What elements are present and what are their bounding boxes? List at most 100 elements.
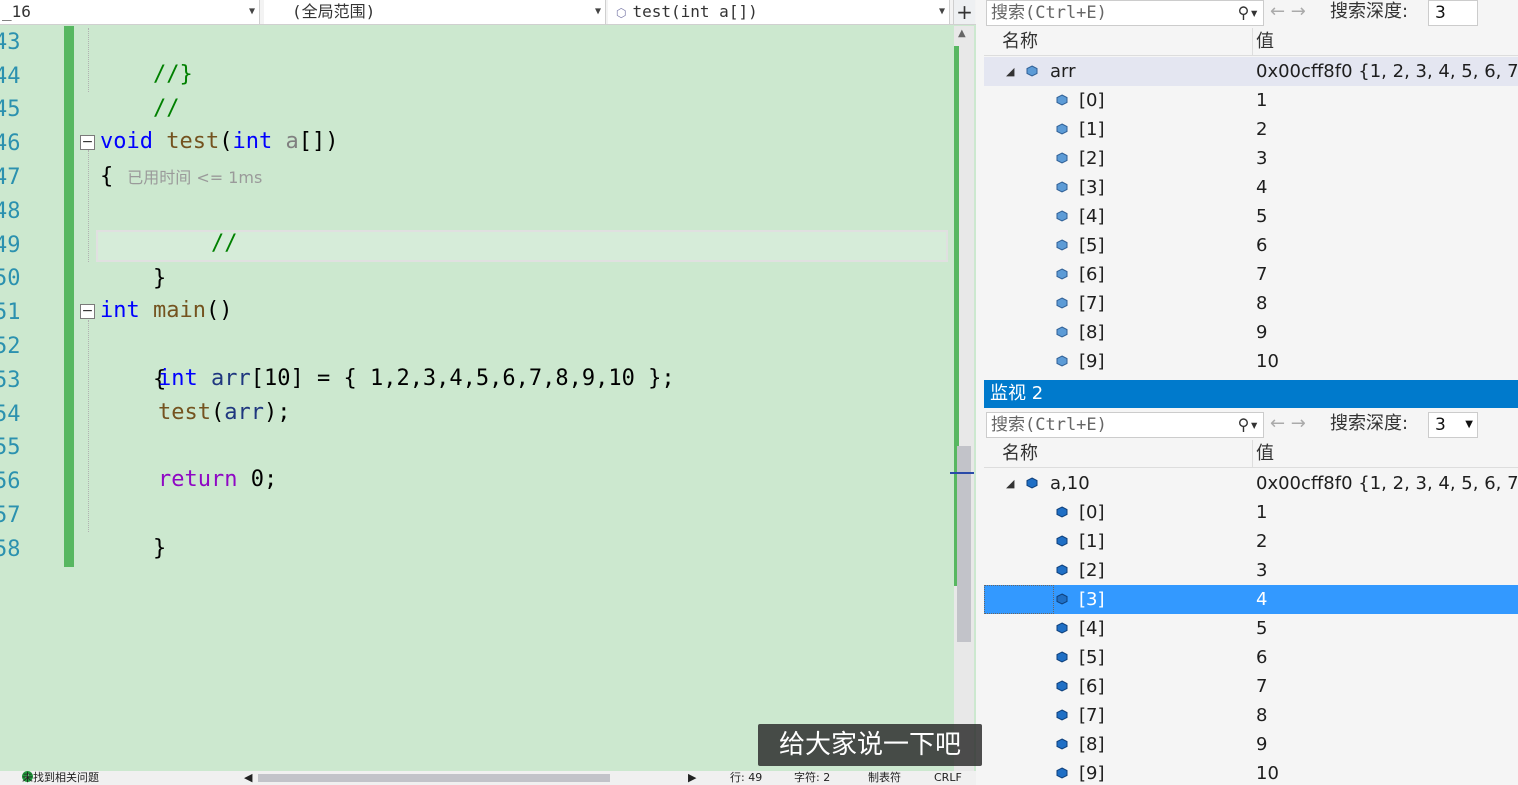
code-line-51[interactable]: int main() <box>100 294 232 328</box>
line-number: 43 <box>0 30 21 55</box>
watch-item-value: 10 <box>1256 763 1279 784</box>
code-line-53[interactable]: int arr[10] = { 1,2,3,4,5,6,7,8,9,10 }; <box>158 362 675 396</box>
watch-item-name: [5] <box>1079 235 1105 256</box>
watch-item-name: [8] <box>1079 322 1105 343</box>
split-editor-button[interactable]: + <box>953 0 975 24</box>
line-number: 46 <box>0 131 21 156</box>
member-dropdown[interactable]: ⬡ test(int a[]) ▼ <box>608 0 950 24</box>
subtitle-text: 给大家说一下吧 <box>778 730 961 760</box>
code-line-57[interactable]: } <box>100 498 166 561</box>
column-divider[interactable] <box>1252 28 1253 56</box>
column-divider[interactable] <box>1252 440 1253 468</box>
code-line-56[interactable]: return 0; <box>158 463 277 497</box>
watch-item-row[interactable]: [0] 1 <box>984 498 1518 527</box>
watch-item-row[interactable]: [5] 6 <box>984 643 1518 672</box>
project-dropdown[interactable]: _16 ▼ <box>0 0 260 24</box>
code-line-46[interactable]: void test(int a[]) <box>100 125 338 159</box>
scroll-up-icon[interactable]: ▲ <box>958 28 966 39</box>
code-line-43[interactable]: //} <box>100 24 193 87</box>
watch2-search-input[interactable]: 搜索(Ctrl+E) ⚲▾ <box>986 412 1264 438</box>
horizontal-scrollbar-thumb[interactable] <box>258 774 610 782</box>
watch-item-row[interactable]: [5] 6 <box>984 231 1518 260</box>
watch-item-row[interactable]: [1] 2 <box>984 527 1518 556</box>
member-dropdown-label: test(int a[]) <box>632 2 758 21</box>
expand-triangle-icon[interactable]: ◢ <box>1006 57 1014 86</box>
code-line-44[interactable]: // <box>100 58 180 121</box>
variable-object-icon <box>1056 593 1068 605</box>
watch-item-value: 1 <box>1256 90 1268 111</box>
watch-item-row[interactable]: [7] 8 <box>984 701 1518 730</box>
scrollbar-thumb[interactable] <box>957 446 971 642</box>
code-line-52[interactable]: { <box>100 329 166 392</box>
watch2-title-bar[interactable]: 监视 2 <box>984 380 1518 408</box>
watch1-root-row[interactable]: ◢ arr 0x00cff8f0 {1, 2, 3, 4, 5, 6, 7, 8… <box>984 57 1518 86</box>
function-name: test <box>158 400 211 425</box>
watch-item-value: 7 <box>1256 676 1268 697</box>
watch-item-row[interactable]: [9] 10 <box>984 759 1518 785</box>
change-tracking-bar <box>64 26 74 567</box>
back-forward-arrows-icon[interactable]: ← → <box>1270 0 1306 24</box>
code-line-54[interactable]: test(arr); <box>158 396 290 430</box>
line-number: 50 <box>0 266 21 291</box>
code-editor[interactable]: _16 ▼ (全局范围) ▼ ⬡ test(int a[]) ▼ + 43 44 … <box>0 0 976 785</box>
value-column-header[interactable]: 值 <box>1256 440 1274 468</box>
search-depth-select[interactable]: 3 ▼ <box>1428 412 1478 438</box>
watch-item-value: 0x00cff8f0 {1, 2, 3, 4, 5, 6, 7, 8, <box>1256 61 1518 82</box>
watch2-root-row[interactable]: ◢ a,10 0x00cff8f0 {1, 2, 3, 4, 5, 6, 7, … <box>984 469 1518 498</box>
watch-item-row[interactable]: [4] 5 <box>984 614 1518 643</box>
watch-item-row[interactable]: [3] 4 <box>984 585 1518 614</box>
eol-indicator[interactable]: CRLF <box>934 771 962 785</box>
variable-name: arr <box>211 366 251 391</box>
parameter-name: a <box>285 129 299 154</box>
watch-item-row[interactable]: [6] 7 <box>984 672 1518 701</box>
comment-text: // <box>152 96 180 121</box>
scroll-left-icon[interactable]: ◀ <box>244 771 252 785</box>
collapse-test-toggle[interactable]: − <box>80 135 95 150</box>
variable-object-icon <box>1056 94 1068 106</box>
back-forward-arrows-icon[interactable]: ← → <box>1270 412 1306 436</box>
name-column-header[interactable]: 名称 <box>1002 440 1038 468</box>
watch2-search-bar: 搜索(Ctrl+E) ⚲▾ ← → 搜索深度: 3 ▼ <box>986 412 1518 438</box>
variable-object-icon <box>1056 651 1068 663</box>
watch-item-row[interactable]: [6] 7 <box>984 260 1518 289</box>
watch-item-row[interactable]: [8] 9 <box>984 730 1518 759</box>
variable-object-icon <box>1056 738 1068 750</box>
watch-item-row[interactable]: [0] 1 <box>984 86 1518 115</box>
method-cube-icon: ⬡ <box>616 6 627 20</box>
search-icon[interactable]: ⚲▾ <box>1238 1 1259 25</box>
name-column-header[interactable]: 名称 <box>1002 28 1038 56</box>
expand-triangle-icon[interactable]: ◢ <box>1006 469 1014 498</box>
code-line-49[interactable]: } <box>100 228 166 291</box>
watch-item-value: 0x00cff8f0 {1, 2, 3, 4, 5, 6, 7, 8, <box>1256 473 1518 494</box>
watch-item-row[interactable]: [1] 2 <box>984 115 1518 144</box>
collapse-main-toggle[interactable]: − <box>80 304 95 319</box>
watch-item-value: 9 <box>1256 734 1268 755</box>
code-line-47[interactable]: {已用时间 <= 1ms <box>100 160 262 194</box>
vertical-scrollbar[interactable]: ▲ <box>950 26 974 771</box>
watch-item-row[interactable]: [2] 3 <box>984 144 1518 173</box>
comment-text: // <box>210 231 238 256</box>
search-depth-select[interactable]: 3 <box>1428 0 1478 26</box>
char-indicator[interactable]: 字符: 2 <box>794 771 830 785</box>
watch-item-row[interactable]: [8] 9 <box>984 318 1518 347</box>
search-icon[interactable]: ⚲▾ <box>1238 413 1259 437</box>
punctuation: ( <box>219 129 233 154</box>
scroll-right-icon[interactable]: ▶ <box>688 771 696 785</box>
variable-object-icon <box>1056 123 1068 135</box>
watch1-search-input[interactable]: 搜索(Ctrl+E) ⚲▾ <box>986 0 1264 26</box>
watch-item-row[interactable]: [4] 5 <box>984 202 1518 231</box>
scope-dropdown[interactable]: (全局范围) ▼ <box>264 0 606 24</box>
watch-item-row[interactable]: [9] 10 <box>984 347 1518 376</box>
watch-item-row[interactable]: [7] 8 <box>984 289 1518 318</box>
watch-item-value: 8 <box>1256 293 1268 314</box>
line-indicator[interactable]: 行: 49 <box>730 771 762 785</box>
keyword: return <box>158 467 238 492</box>
tabs-indicator[interactable]: 制表符 <box>868 771 901 785</box>
watch-item-row[interactable]: [2] 3 <box>984 556 1518 585</box>
code-line-48[interactable]: // <box>158 193 238 256</box>
scope-dropdown-label: (全局范围) <box>292 2 376 21</box>
punctuation: ); <box>263 400 291 425</box>
watch-item-row[interactable]: [3] 4 <box>984 173 1518 202</box>
value-column-header[interactable]: 值 <box>1256 28 1274 56</box>
variable-object-icon <box>1026 477 1038 489</box>
